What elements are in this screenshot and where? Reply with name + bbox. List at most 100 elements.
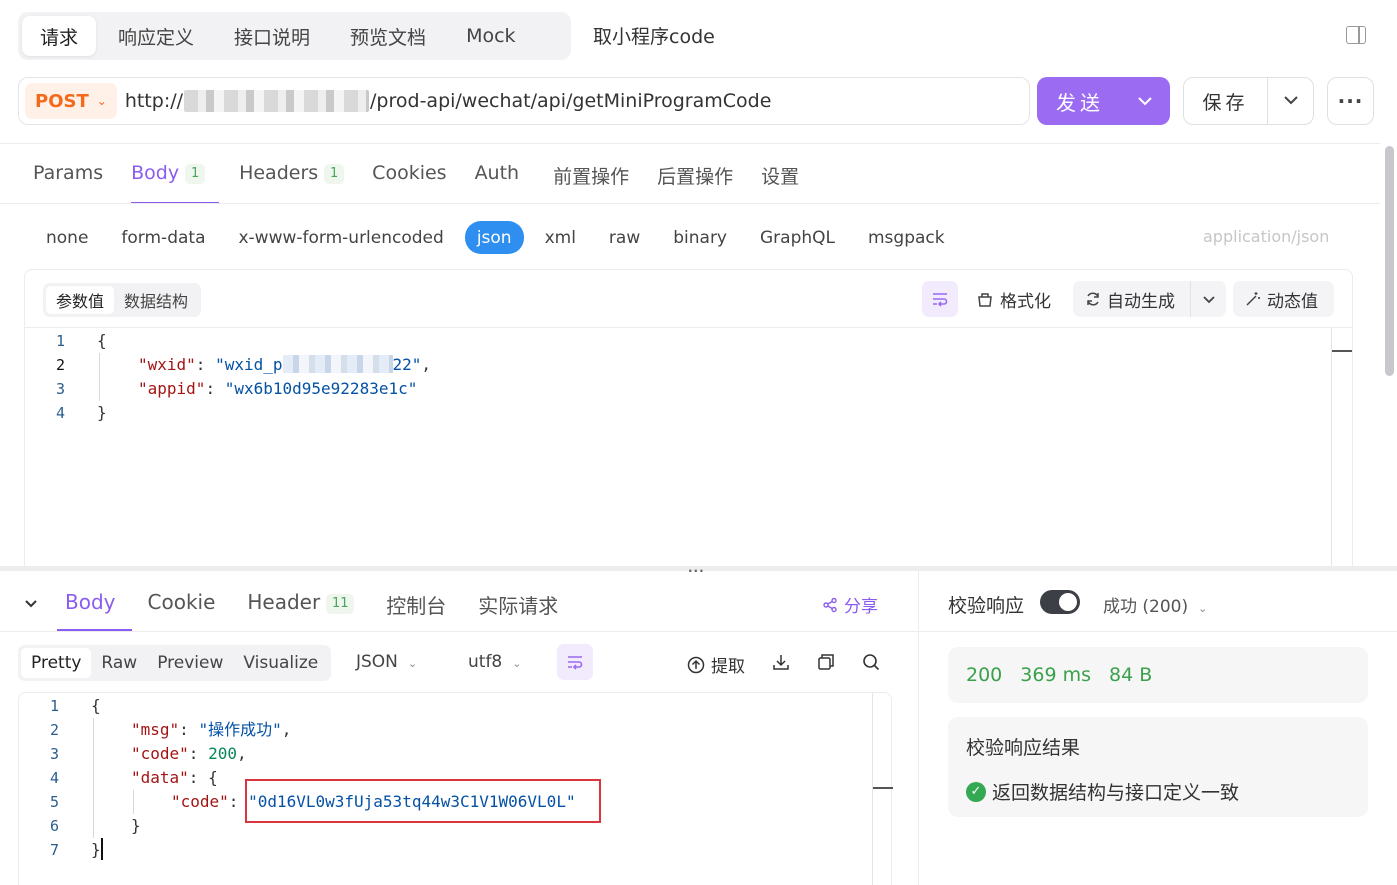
verify-result-text: 返回数据结构与接口定义一致	[992, 782, 1240, 804]
method-label: POST	[35, 90, 89, 112]
url-input[interactable]: http:// /prod-api/wechat/api/getMiniProg…	[125, 90, 771, 112]
autogen-button-group: 自动生成	[1073, 281, 1226, 317]
tab-cookies[interactable]: Cookies	[358, 150, 460, 204]
wrap-icon[interactable]	[557, 644, 593, 680]
resp-tab-body[interactable]: Body	[14, 580, 132, 632]
tab-settings[interactable]: 设置	[747, 150, 813, 204]
extract-label: 提取	[711, 657, 745, 677]
status-dropdown[interactable]: 成功 (200) ⌄	[1103, 592, 1207, 617]
request-tab-bar: Params Body 1 Headers 1 Cookies Auth 前置操作 …	[19, 150, 813, 204]
line-number: 2	[49, 721, 59, 739]
line-number: 1	[55, 332, 65, 350]
drag-handle-icon[interactable]: ···	[688, 564, 705, 578]
body-type-selector: none form-data x-www-form-urlencoded jso…	[34, 221, 966, 254]
share-button[interactable]: 分享	[822, 592, 878, 617]
line-number: 3	[55, 380, 65, 398]
body-type-json[interactable]: json	[464, 221, 524, 254]
tab-mock[interactable]: Mock	[448, 16, 533, 56]
tab-params[interactable]: Params	[19, 150, 117, 204]
panel-icon[interactable]	[1346, 26, 1366, 44]
body-type-none[interactable]: none	[34, 221, 100, 254]
share-icon	[823, 597, 837, 612]
mode-visualize[interactable]: Visualize	[233, 648, 328, 678]
code-line: }	[91, 840, 101, 859]
viewer-scrollbar[interactable]	[872, 693, 873, 885]
line-number: 4	[55, 404, 65, 422]
content-type-label: application/json	[1203, 227, 1330, 246]
verify-toggle[interactable]	[1040, 590, 1080, 614]
search-icon[interactable]	[862, 653, 880, 676]
download-icon[interactable]	[772, 653, 790, 676]
scrollbar[interactable]	[1385, 146, 1394, 376]
body-type-form-data[interactable]: form-data	[109, 221, 217, 254]
line-number: 6	[49, 817, 59, 835]
blurred-value	[282, 355, 393, 373]
divider	[25, 327, 1352, 328]
tab-headers[interactable]: Headers 1	[225, 150, 358, 204]
code-line: }	[97, 403, 107, 422]
divider	[0, 631, 918, 632]
editor-scrollbar[interactable]	[1331, 328, 1332, 568]
minimap-marker	[873, 787, 893, 789]
tab-body[interactable]: Body 1	[117, 150, 220, 204]
tab-auth[interactable]: Auth	[461, 150, 540, 204]
editor-mode-toggle: 参数值 数据结构	[43, 283, 202, 317]
mode-preview[interactable]: Preview	[147, 648, 233, 678]
format-button[interactable]: 格式化	[976, 287, 1051, 312]
wrap-icon[interactable]	[922, 281, 958, 317]
dynamic-value-button[interactable]: 动态值	[1233, 281, 1334, 317]
format-label: 格式化	[1000, 292, 1051, 312]
format-value: JSON	[356, 652, 398, 672]
body-type-binary[interactable]: binary	[661, 221, 739, 254]
tab-response-definition[interactable]: 响应定义	[100, 16, 212, 56]
tab-preview-doc[interactable]: 预览文档	[332, 16, 444, 56]
body-type-xml[interactable]: xml	[533, 221, 588, 254]
body-type-urlencoded[interactable]: x-www-form-urlencoded	[226, 221, 455, 254]
code-line: {	[97, 331, 107, 350]
resp-tab-console[interactable]: 控制台	[370, 580, 462, 632]
mode-pretty[interactable]: Pretty	[21, 648, 92, 678]
code-line: }	[131, 816, 141, 835]
copy-icon[interactable]	[817, 653, 835, 676]
extract-icon	[687, 656, 705, 673]
status-value: 成功 (200)	[1103, 597, 1189, 617]
chevron-down-icon[interactable]	[1268, 94, 1313, 109]
blurred-host	[184, 90, 370, 112]
code-line: "code": 200,	[131, 744, 247, 763]
save-button[interactable]: 保存	[1183, 77, 1314, 125]
send-button[interactable]: 发送	[1037, 77, 1170, 125]
response-time: 369 ms	[1020, 664, 1091, 686]
autogen-button[interactable]: 自动生成	[1073, 281, 1191, 317]
text-cursor	[101, 838, 103, 860]
body-type-graphql[interactable]: GraphQL	[748, 221, 847, 254]
code-line: "data": {	[131, 768, 218, 787]
magic-wand-icon	[1246, 292, 1260, 306]
tab-api-description[interactable]: 接口说明	[216, 16, 328, 56]
format-dropdown[interactable]: JSON ⌄	[356, 652, 417, 672]
tab-post-processors[interactable]: 后置操作	[643, 150, 747, 204]
resp-tab-cookie[interactable]: Cookie	[132, 580, 232, 632]
more-icon[interactable]: ···	[1327, 77, 1374, 125]
chevron-down-icon[interactable]	[1191, 295, 1226, 304]
response-view-mode: Pretty Raw Preview Visualize	[18, 645, 332, 681]
check-circle-icon: ✓	[966, 781, 986, 802]
body-type-raw[interactable]: raw	[597, 221, 652, 254]
tab-pre-processors[interactable]: 前置操作	[539, 150, 643, 204]
seg-schema[interactable]: 数据结构	[114, 286, 198, 314]
code-line: "msg": "操作成功",	[131, 720, 292, 739]
resp-tab-actual-request[interactable]: 实际请求	[462, 580, 574, 632]
indent-guide	[99, 353, 100, 401]
extract-button[interactable]: 提取	[687, 652, 745, 677]
seg-params[interactable]: 参数值	[46, 286, 115, 314]
body-type-msgpack[interactable]: msgpack	[856, 221, 957, 254]
divider	[0, 143, 1380, 144]
minimap-marker	[1332, 350, 1352, 352]
method-select[interactable]: POST ⌄	[25, 83, 117, 119]
encoding-dropdown[interactable]: utf8 ⌄	[468, 652, 521, 672]
verify-result-card: 校验响应结果 ✓ 返回数据结构与接口定义一致	[948, 717, 1368, 817]
chevron-down-icon[interactable]	[1137, 96, 1153, 106]
vertical-divider	[918, 571, 919, 885]
resp-tab-header[interactable]: Header 11	[231, 580, 370, 632]
tab-request[interactable]: 请求	[22, 16, 97, 56]
mode-raw[interactable]: Raw	[91, 648, 147, 678]
